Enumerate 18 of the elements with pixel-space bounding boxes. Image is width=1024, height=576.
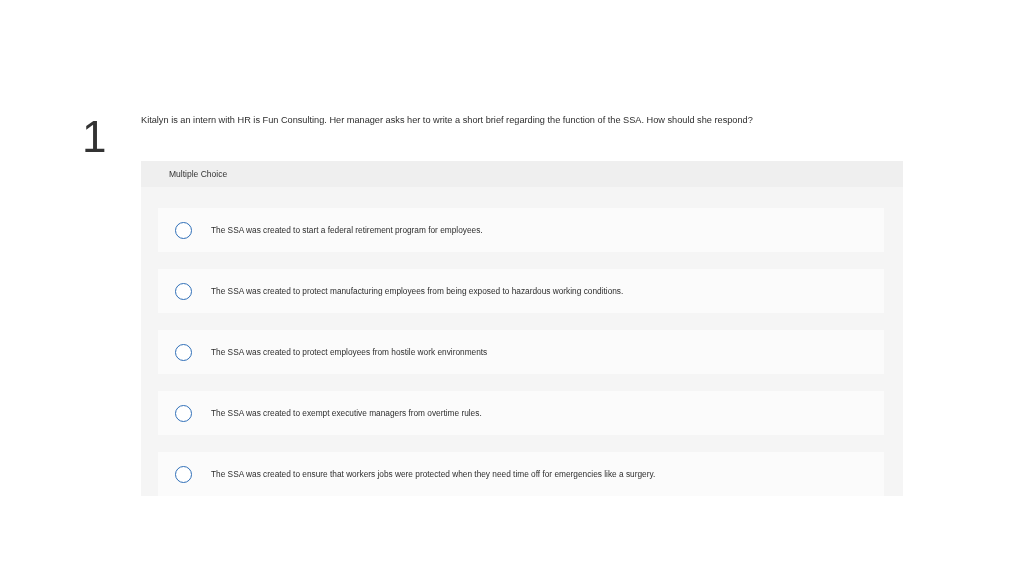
answer-option[interactable]: The SSA was created to protect employees from hostile work environments (158, 330, 884, 374)
radio-button[interactable] (175, 404, 192, 422)
radio-button[interactable] (175, 221, 192, 239)
option-text: The SSA was created to exempt executive managers from overtime rules. (211, 408, 482, 418)
option-text: The SSA was created to protect manufacturing employees from being exposed to hazardous working conditions. (211, 286, 624, 296)
answer-option[interactable]: The SSA was created to start a federal retirement program for employees. (158, 208, 884, 252)
option-text: The SSA was created to ensure that workers jobs were protected when they need time off for emergencies like a surgery. (211, 469, 656, 479)
question-text: Kitalyn is an intern with HR is Fun Consulting. Her manager asks her to write a short brief regarding the function of the SSA. How should she respond? (141, 114, 754, 127)
answer-option[interactable]: The SSA was created to ensure that workers jobs were protected when they need time off for emergencies like a surgery. (158, 452, 884, 496)
answer-option[interactable]: The SSA was created to protect manufacturing employees from being exposed to hazardous working conditions. (158, 269, 884, 313)
radio-button[interactable] (175, 343, 192, 361)
question-type-label: Multiple Choice (169, 169, 228, 179)
question-number: 1 (82, 115, 107, 159)
answer-option[interactable]: The SSA was created to exempt executive managers from overtime rules. (158, 391, 884, 435)
radio-button[interactable] (175, 465, 192, 483)
option-text: The SSA was created to start a federal retirement program for employees. (211, 225, 483, 235)
radio-button[interactable] (175, 282, 192, 300)
option-text: The SSA was created to protect employees from hostile work environments (211, 347, 488, 357)
